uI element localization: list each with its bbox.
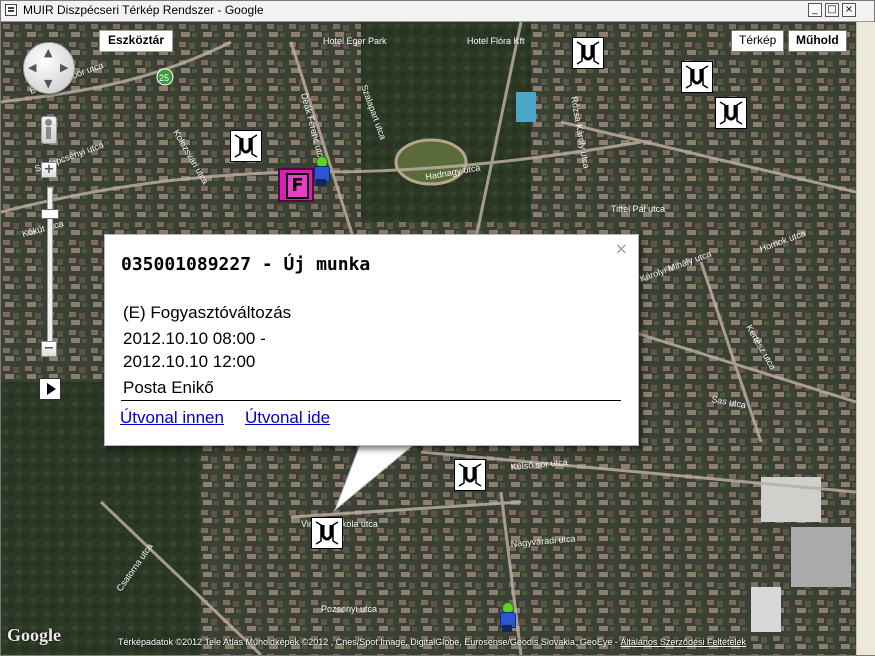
close-button[interactable]: × [842,3,856,17]
map-type-map-button[interactable]: Térkép [731,30,785,52]
u-turn-icon[interactable] [681,61,713,93]
time-to: 2012.10.10 12:00 [123,352,256,371]
browser-window: MUIR Diszpécseri Térkép Rendszer - Googl… [0,0,875,656]
u-turn-icon[interactable] [230,130,262,162]
route-to-link[interactable]: Útvonal ide [245,408,330,428]
info-window: × 035001089227 - Új munka (E) Fogyasztóv… [104,234,639,446]
scrollbar[interactable] [856,22,875,655]
window-title: MUIR Diszpécseri Térkép Rendszer - Googl… [23,3,264,17]
close-icon[interactable]: × [615,239,628,258]
map-attribution: Térképadatok ©2012 Tele Atlas Műholdképe… [118,637,746,647]
street-label: Tittel Pál utca [611,204,665,214]
info-window-tail [333,440,421,512]
u-turn-icon[interactable] [572,37,604,69]
worker-icon[interactable] [498,602,516,632]
zoom-in-button[interactable]: + [41,162,57,178]
play-button[interactable] [39,378,61,400]
route-from-link[interactable]: Útvonal innen [120,408,224,428]
pan-control[interactable]: ▲ ▼ ◀ ▶ [23,42,75,94]
street-label: Pozsonyi utca [321,604,377,614]
street-label: Hotel Eger Park [323,36,387,46]
minimize-button[interactable]: _ [808,3,822,17]
terms-link[interactable]: Általános Szerződési Feltételek [620,637,746,647]
title-bar: MUIR Diszpécseri Térkép Rendszer - Googl… [1,1,874,22]
street-label: Hotel Flóra Kft [467,36,525,46]
maximize-button[interactable]: □ [825,3,839,17]
zoom-slider-handle[interactable] [41,209,59,219]
u-turn-icon[interactable] [715,97,747,129]
divider [121,400,621,401]
google-logo: Google [7,625,61,645]
info-window-title: 035001089227 - Új munka [121,254,371,275]
u-turn-icon[interactable] [311,517,343,549]
street-view-pegman-icon[interactable] [41,116,57,144]
time-from: 2012.10.10 08:00 - [123,329,266,348]
attribution-text: Térképadatok ©2012 Tele Atlas Műholdképe… [118,637,618,647]
app-icon [5,4,17,16]
f-marker-icon[interactable]: F [278,168,314,202]
worker-icon[interactable] [312,156,330,186]
toolbar-button[interactable]: Eszköztár [99,30,174,52]
map-type-satellite-button[interactable]: Műhold [788,30,847,52]
satellite-map[interactable]: Hotel Eger Park Hotel Flóra Kft Deák Fer… [1,22,856,655]
job-type: (E) Fogyasztóváltozás [123,303,292,322]
u-turn-icon[interactable] [454,459,486,491]
zoom-out-button[interactable]: − [41,341,57,357]
assigned-person: Posta Enikő [123,378,214,397]
svg-text:25: 25 [159,73,169,83]
